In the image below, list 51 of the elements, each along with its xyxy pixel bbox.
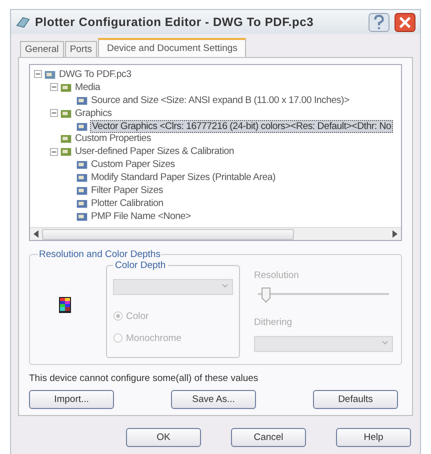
tree-item[interactable]: Plotter Calibration — [90, 198, 164, 209]
tree-item[interactable]: Modify Standard Paper Sizes (Printable Area) — [90, 172, 276, 184]
item-icon — [76, 184, 88, 196]
dialog-button[interactable]: OK — [126, 428, 201, 447]
panel-button[interactable]: Import... — [29, 390, 114, 409]
expand-icon[interactable] — [50, 148, 58, 156]
window-title: Plotter Configuration Editor - DWG To PDF.pc3 — [35, 15, 315, 29]
radio-label: Monochrome — [126, 332, 182, 344]
item-icon — [60, 133, 72, 144]
item-icon — [76, 210, 88, 222]
tree-item[interactable]: Graphics — [74, 108, 113, 119]
plotter-icon — [15, 15, 31, 29]
item-icon — [44, 68, 56, 80]
item-icon — [76, 198, 88, 209]
tree-item[interactable]: PMP File Name <None> — [90, 210, 192, 222]
item-icon — [76, 94, 88, 106]
tree-item[interactable]: DWG To PDF.pc3 — [58, 68, 132, 80]
tree-item[interactable]: Vector Graphics <Clrs: 16777216 (24-bit) colors><Res: Default><Dthr: No — [90, 120, 394, 133]
color-palette-icon — [58, 296, 72, 314]
tab[interactable]: General — [20, 41, 64, 57]
tree-item[interactable]: Custom Properties — [74, 133, 152, 144]
panel-button[interactable]: Defaults — [313, 390, 398, 409]
tree-item[interactable]: Media — [74, 82, 102, 93]
group-title: Color Depth — [114, 260, 167, 271]
expand-icon[interactable] — [34, 70, 42, 78]
item-icon — [76, 120, 88, 132]
tree-item[interactable]: Custom Paper Sizes — [90, 159, 176, 170]
close-icon[interactable] — [394, 12, 416, 32]
resolution-slider[interactable] — [258, 287, 389, 303]
expand-icon[interactable] — [50, 83, 58, 92]
help-icon[interactable] — [368, 12, 390, 32]
tree-item[interactable]: Source and Size <Size: ANSI expand B (11.00 x 17.00 Inches)> — [90, 94, 350, 106]
item-icon — [76, 159, 88, 170]
resolution-label: Resolution — [254, 270, 300, 281]
item-icon — [60, 146, 72, 158]
item-icon — [76, 172, 88, 184]
note-text: This device cannot configure some(all) of these values — [29, 373, 260, 384]
horizontal-scrollbar[interactable] — [30, 227, 401, 240]
panel-button[interactable]: Save As... — [171, 390, 256, 409]
tab[interactable]: Device and Document Settings — [98, 38, 246, 57]
tree-item[interactable]: Filter Paper Sizes — [90, 184, 164, 196]
radio-label: Color — [126, 310, 149, 322]
tab[interactable]: Ports — [64, 41, 97, 57]
tree-item[interactable]: User-defined Paper Sizes & Calibration — [74, 146, 236, 158]
dialog-button[interactable]: Cancel — [231, 428, 306, 447]
item-icon — [60, 82, 72, 93]
dithering-label: Dithering — [254, 317, 294, 328]
item-icon — [60, 108, 72, 119]
group-title: Resolution and Color Depths — [38, 249, 162, 260]
expand-icon[interactable] — [50, 109, 58, 118]
dialog-button[interactable]: Help — [336, 428, 411, 447]
